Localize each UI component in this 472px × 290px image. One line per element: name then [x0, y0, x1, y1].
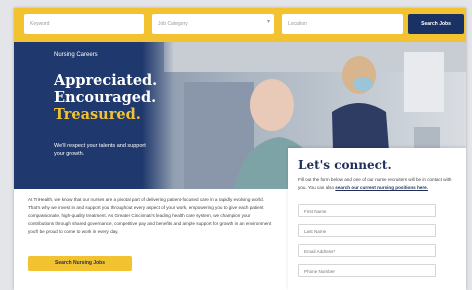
hero-headline-line-1: Appreciated. [54, 72, 158, 89]
search-nursing-jobs-button[interactable]: Search Nursing Jobs [28, 256, 132, 271]
keyword-input[interactable]: Keyword [24, 14, 144, 34]
hero-headline-line-3: Treasured. [54, 106, 141, 123]
hero-headline: Appreciated. Encouraged. Treasured. [54, 72, 157, 123]
intro-paragraph: At TriHealth, we know that our nurses ar… [28, 197, 272, 234]
hero-subtext: We'll respect your talents and support y… [54, 143, 146, 157]
hero-eyebrow: Nursing Careers [54, 52, 98, 58]
connect-description: Fill out the form below and one of our n… [298, 176, 460, 191]
search-jobs-button[interactable]: Search Jobs [408, 14, 464, 34]
connect-title: Let's connect. [298, 158, 392, 172]
connect-form-card: Let's connect. Fill out the form below a… [288, 148, 466, 290]
nursing-positions-link[interactable]: search our current nursing positions her… [335, 185, 428, 190]
location-input[interactable]: Location [282, 14, 403, 34]
phone-field[interactable]: Phone Number [298, 264, 436, 277]
job-search-bar: Keyword Job Category ▾ Location Search J… [14, 8, 466, 42]
chevron-down-icon: ▾ [266, 19, 270, 25]
job-category-label: Job Category [158, 21, 188, 27]
browser-page: Keyword Job Category ▾ Location Search J… [14, 8, 466, 290]
job-category-select[interactable]: Job Category ▾ [152, 14, 274, 34]
hero-headline-line-2: Encouraged. [54, 89, 157, 106]
last-name-field[interactable]: Last Name [298, 224, 436, 237]
email-field[interactable]: Email Address* [298, 244, 436, 257]
first-name-field[interactable]: First Name [298, 204, 436, 217]
